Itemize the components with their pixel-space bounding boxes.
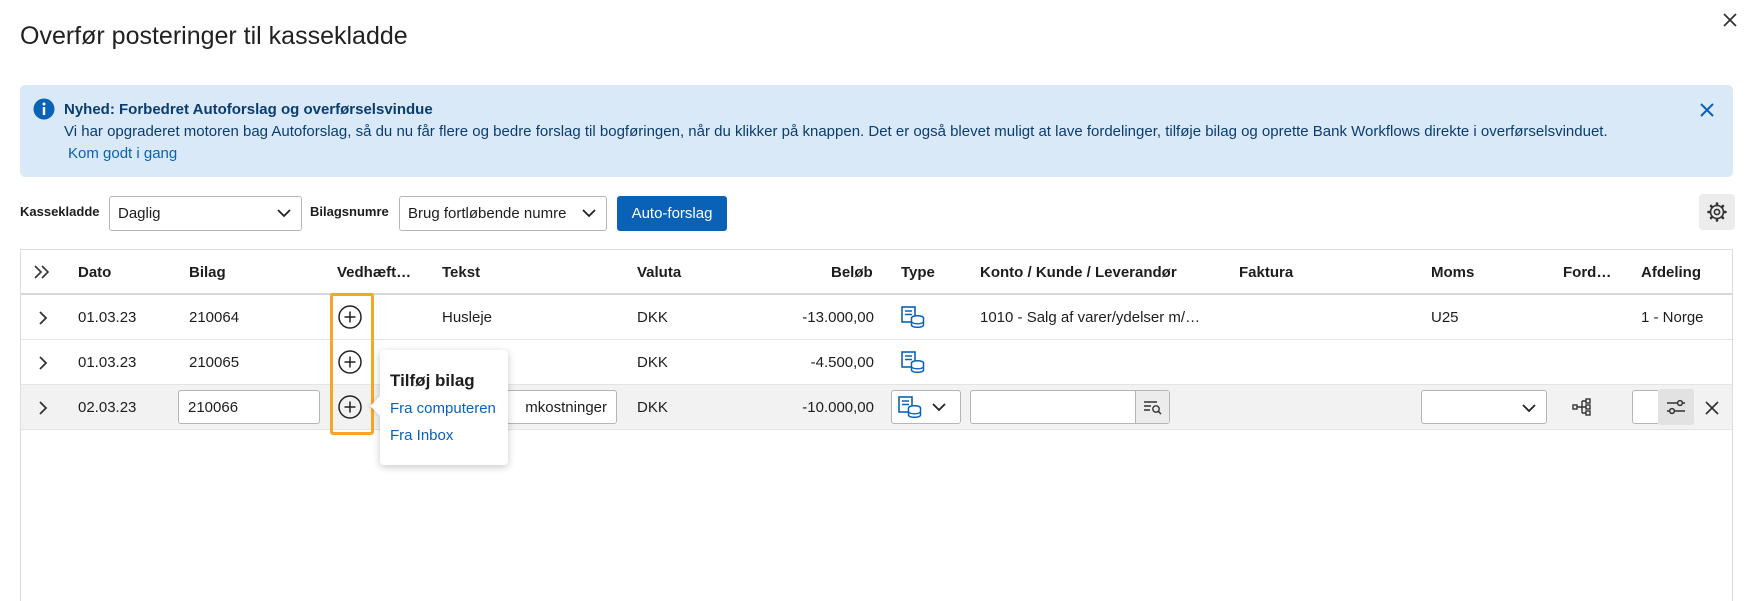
column-header-afdeling[interactable]: Afdeling bbox=[1641, 264, 1701, 281]
settings-button[interactable] bbox=[1699, 194, 1735, 230]
split-tree-icon bbox=[1572, 398, 1591, 416]
cell-tekst: Husleje bbox=[442, 309, 493, 326]
info-icon bbox=[33, 98, 55, 120]
cell-valuta: DKK bbox=[637, 399, 668, 416]
page-title: Overfør posteringer til kassekladde bbox=[20, 22, 408, 50]
cell-belob: -10.000,00 bbox=[802, 399, 874, 416]
add-attachment-icon[interactable] bbox=[337, 349, 363, 375]
banner-title: Nyhed: Forbedret Autoforslag og overførs… bbox=[64, 101, 433, 118]
column-header-bilag[interactable]: Bilag bbox=[189, 264, 226, 281]
cell-dato: 02.03.23 bbox=[78, 399, 137, 416]
auto-forslag-button[interactable]: Auto-forslag bbox=[617, 196, 727, 231]
popover-title: Tilføj bilag bbox=[390, 371, 475, 390]
cell-konto: 1010 - Salg af varer/ydelser m/… bbox=[980, 309, 1201, 326]
chevron-right-icon[interactable] bbox=[33, 398, 53, 418]
table-row[interactable]: 01.03.23 210065 DKK -4.500,00 bbox=[21, 340, 1732, 385]
column-header-konto[interactable]: Konto / Kunde / Leverandør bbox=[980, 264, 1177, 281]
kassekladde-value: Daglig bbox=[118, 205, 161, 222]
column-header-faktura[interactable]: Faktura bbox=[1239, 264, 1293, 281]
list-search-icon bbox=[1143, 401, 1162, 415]
remove-row-button[interactable] bbox=[1701, 397, 1723, 419]
chevron-down-icon bbox=[277, 209, 291, 218]
moms-select[interactable] bbox=[1421, 390, 1547, 424]
rules-button[interactable] bbox=[1658, 389, 1694, 425]
banner-close-button[interactable] bbox=[1696, 99, 1718, 121]
sliders-icon bbox=[1667, 399, 1685, 415]
bilag-input[interactable]: 210066 bbox=[178, 390, 320, 424]
cell-valuta: DKK bbox=[637, 309, 668, 326]
cell-moms: U25 bbox=[1431, 309, 1459, 326]
cell-afdeling: 1 - Norge bbox=[1641, 309, 1704, 326]
add-attachment-icon[interactable] bbox=[337, 394, 363, 420]
banner-link[interactable]: Kom godt i gang bbox=[68, 145, 177, 162]
split-button[interactable] bbox=[1570, 396, 1594, 418]
column-header-tekst[interactable]: Tekst bbox=[442, 264, 480, 281]
expand-all-icon[interactable] bbox=[33, 264, 51, 280]
column-header-belob[interactable]: Beløb bbox=[831, 264, 873, 281]
cell-dato: 01.03.23 bbox=[78, 309, 137, 326]
chevron-right-icon[interactable] bbox=[33, 353, 53, 373]
from-inbox-option[interactable]: Fra Inbox bbox=[390, 427, 453, 444]
ledger-type-icon[interactable] bbox=[901, 306, 925, 328]
add-attachment-icon[interactable] bbox=[337, 304, 363, 330]
cell-bilag: 210065 bbox=[189, 354, 240, 371]
chevron-down-icon bbox=[1522, 404, 1536, 413]
ledger-type-icon bbox=[898, 396, 922, 418]
close-icon bbox=[1723, 13, 1737, 27]
gear-icon bbox=[1707, 202, 1727, 222]
column-header-dato[interactable]: Dato bbox=[78, 264, 111, 281]
column-header-moms[interactable]: Moms bbox=[1431, 264, 1474, 281]
column-header-valuta[interactable]: Valuta bbox=[637, 264, 681, 281]
grid-header: Dato Bilag Vedhæft… Tekst Valuta Beløb T… bbox=[21, 250, 1732, 295]
tekst-input-value: mkostninger bbox=[525, 398, 607, 416]
afdeling-input[interactable] bbox=[1632, 390, 1658, 424]
close-icon bbox=[1705, 401, 1719, 415]
chevron-right-icon[interactable] bbox=[33, 308, 53, 328]
bilagsnumre-value: Brug fortløbende numre bbox=[408, 205, 567, 222]
chevron-down-icon bbox=[582, 209, 596, 218]
kassekladde-select[interactable]: Daglig bbox=[109, 196, 302, 231]
cell-bilag: 210064 bbox=[189, 309, 240, 326]
type-select[interactable] bbox=[891, 390, 961, 424]
bilagsnumre-label: Bilagsnumre bbox=[310, 204, 389, 219]
cell-belob: -4.500,00 bbox=[810, 354, 874, 371]
cell-valuta: DKK bbox=[637, 354, 668, 371]
banner-text: Vi har opgraderet motoren bag Autoforsla… bbox=[64, 123, 1608, 140]
column-header-type[interactable]: Type bbox=[901, 264, 935, 281]
table-row-active[interactable]: 02.03.23 210066 mkostninger DKK -10.000,… bbox=[21, 385, 1732, 430]
table-row[interactable]: 01.03.23 210064 Husleje DKK -13.000,00 1… bbox=[21, 295, 1732, 340]
close-dialog-button[interactable] bbox=[1718, 8, 1742, 32]
close-icon bbox=[1700, 103, 1714, 117]
chevron-down-icon bbox=[932, 403, 946, 412]
cell-dato: 01.03.23 bbox=[78, 354, 137, 371]
konto-lookup-button[interactable] bbox=[1135, 391, 1169, 423]
bilagsnumre-select[interactable]: Brug fortløbende numre bbox=[399, 196, 607, 231]
transactions-grid: Dato Bilag Vedhæft… Tekst Valuta Beløb T… bbox=[20, 249, 1733, 601]
cell-belob: -13.000,00 bbox=[802, 309, 874, 326]
from-computer-option[interactable]: Fra computeren bbox=[390, 400, 496, 417]
info-banner: Nyhed: Forbedret Autoforslag og overførs… bbox=[20, 85, 1733, 177]
bilag-input-value: 210066 bbox=[188, 398, 239, 416]
column-header-fordeling[interactable]: Ford… bbox=[1563, 264, 1611, 281]
column-header-vedhaeft[interactable]: Vedhæft… bbox=[337, 264, 411, 281]
add-attachment-popover: Tilføj bilag Fra computeren Fra Inbox bbox=[380, 350, 508, 465]
konto-input[interactable] bbox=[970, 390, 1170, 424]
ledger-type-icon[interactable] bbox=[901, 351, 925, 373]
kassekladde-label: Kassekladde bbox=[20, 204, 100, 219]
